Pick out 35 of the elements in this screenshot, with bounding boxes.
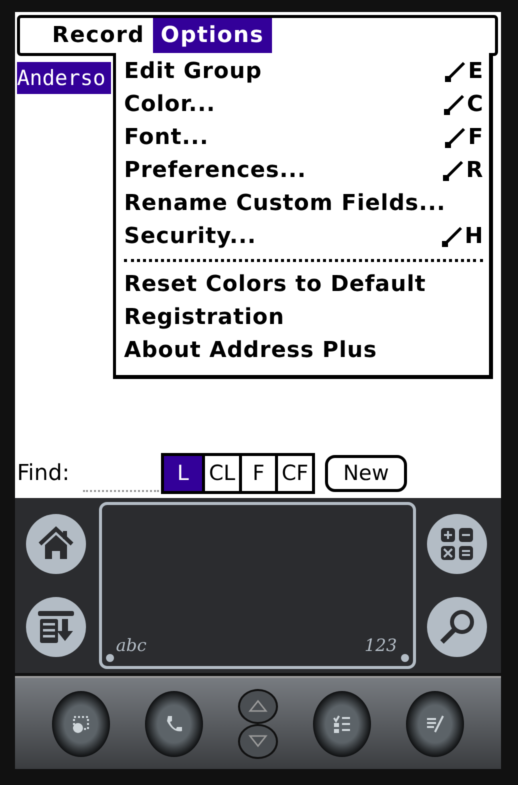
scroll-down-button[interactable] [238, 724, 278, 758]
command-stroke-icon [444, 126, 466, 148]
corner-dot [401, 654, 409, 662]
menu-title[interactable]: Options [152, 18, 272, 53]
up-triangle-icon [248, 699, 268, 713]
down-triangle-icon [248, 734, 268, 748]
letters-label: abc [116, 636, 147, 656]
new-button[interactable]: New [325, 454, 407, 492]
list-row[interactable]: Anderso [17, 62, 111, 94]
scroll-rocker[interactable] [238, 688, 278, 758]
menu-item[interactable]: Security... [124, 224, 256, 249]
menu-item[interactable]: Color... [124, 92, 216, 117]
graffiti-area[interactable]: abc 123 [99, 502, 416, 669]
menu-item[interactable]: Font... [124, 125, 209, 150]
menu-item[interactable]: Reset Colors to Default [124, 272, 426, 297]
menu-item[interactable]: Rename Custom Fields... [124, 191, 446, 216]
menu-item[interactable]: Preferences... [124, 158, 306, 183]
shortcut-key: H [464, 224, 483, 249]
numbers-label: 123 [364, 636, 397, 656]
corner-dot [106, 654, 114, 662]
shortcut-key: F [468, 125, 483, 150]
command-stroke-icon [442, 94, 465, 116]
command-stroke-icon [442, 160, 464, 182]
menu-item[interactable]: About Address Plus [124, 338, 378, 363]
find-label: Find: [17, 460, 70, 486]
menu-item[interactable]: Registration [124, 305, 284, 330]
command-stroke-icon [444, 60, 466, 82]
shortcut-key: C [466, 92, 483, 117]
shortcut-key: R [466, 158, 483, 183]
filter-tab[interactable]: L [164, 456, 202, 490]
scroll-up-button[interactable] [238, 688, 278, 724]
shortcut-key: E [468, 59, 483, 84]
menu-item[interactable]: Edit Group [124, 59, 262, 84]
command-stroke-icon [440, 226, 463, 248]
checklist-icon [330, 712, 353, 734]
